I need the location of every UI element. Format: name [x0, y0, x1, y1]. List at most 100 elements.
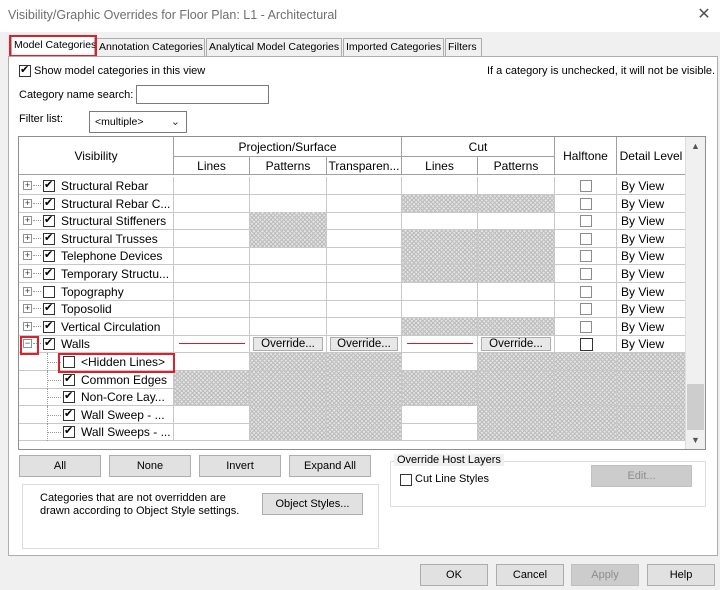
cell-halftone[interactable] — [555, 335, 617, 354]
cell-halftone[interactable] — [555, 247, 617, 266]
expand-icon[interactable]: + — [23, 216, 32, 226]
cell-cut-lines[interactable] — [402, 370, 478, 389]
category-visibility-checkbox[interactable] — [63, 424, 75, 439]
category-visibility-checkbox[interactable] — [43, 213, 55, 228]
cell-halftone[interactable] — [555, 300, 617, 319]
tab-annotation-categories[interactable]: Annotation Categories — [96, 38, 205, 56]
ok-button[interactable]: OK — [420, 564, 488, 586]
cell-patterns[interactable] — [250, 212, 327, 231]
cell-patterns[interactable] — [250, 247, 327, 266]
cell-transparency[interactable] — [327, 229, 402, 248]
cell-transparency[interactable] — [327, 405, 402, 424]
cell-cut-patterns[interactable] — [478, 177, 555, 195]
override-button[interactable]: Override... — [253, 337, 323, 352]
cell-cut-lines[interactable] — [402, 423, 478, 442]
cell-detail[interactable] — [617, 353, 686, 371]
cell-cut-patterns[interactable] — [478, 423, 555, 442]
halftone-checkbox[interactable] — [580, 180, 592, 192]
cell-detail[interactable] — [617, 423, 686, 442]
cell-halftone[interactable] — [555, 423, 617, 442]
scroll-down-icon[interactable]: ▼ — [691, 435, 700, 445]
help-button[interactable]: Help — [647, 564, 715, 586]
cell-lines[interactable] — [174, 317, 250, 336]
cell-transparency[interactable] — [327, 265, 402, 283]
cell-patterns[interactable] — [250, 353, 327, 371]
category-visibility-checkbox[interactable] — [43, 178, 55, 192]
table-row[interactable]: + Temporary Structu... By View — [19, 265, 686, 283]
cell-cut-patterns[interactable] — [478, 353, 555, 371]
category-visibility-checkbox[interactable] — [43, 248, 55, 263]
cell-cut-lines[interactable] — [402, 353, 478, 371]
cell-patterns[interactable] — [250, 177, 327, 195]
table-row[interactable]: Wall Sweeps - ... — [19, 423, 686, 442]
cut-line-styles-checkbox[interactable] — [400, 474, 412, 486]
expand-icon[interactable]: + — [23, 286, 32, 296]
table-row[interactable]: <Hidden Lines> — [19, 353, 686, 371]
cell-transparency[interactable] — [327, 177, 402, 195]
cell-patterns[interactable] — [250, 388, 327, 407]
category-visibility-checkbox[interactable] — [63, 407, 75, 421]
filter-list-select[interactable]: <multiple> ⌄ — [89, 111, 187, 133]
cell-halftone[interactable] — [555, 265, 617, 283]
category-visibility-checkbox[interactable] — [63, 372, 75, 386]
cell-halftone[interactable] — [555, 282, 617, 301]
table-row[interactable]: + Topography By View — [19, 282, 686, 301]
cell-transparency[interactable] — [327, 370, 402, 389]
close-icon[interactable]: ✕ — [693, 4, 715, 26]
override-button[interactable]: Override... — [330, 337, 398, 352]
category-visibility-checkbox[interactable] — [43, 336, 55, 351]
cell-halftone[interactable] — [555, 317, 617, 336]
cell-transparency[interactable] — [327, 247, 402, 266]
halftone-checkbox[interactable] — [580, 215, 592, 228]
cell-halftone[interactable] — [555, 212, 617, 231]
collapse-icon[interactable]: − — [23, 339, 32, 349]
cell-cut-patterns[interactable] — [478, 247, 555, 266]
invert-button[interactable]: Invert — [199, 455, 281, 477]
cell-cut-patterns[interactable] — [478, 229, 555, 248]
cell-transparency[interactable] — [327, 212, 402, 231]
cell-cut-patterns[interactable] — [478, 265, 555, 283]
category-visibility-checkbox[interactable] — [43, 266, 55, 280]
cell-lines[interactable] — [174, 388, 250, 407]
cell-cut-lines[interactable] — [402, 405, 478, 424]
header-projection-lines[interactable]: Lines — [174, 157, 250, 175]
cell-patterns[interactable] — [250, 194, 327, 213]
table-row[interactable]: + Telephone Devices By View — [19, 247, 686, 266]
category-visibility-checkbox[interactable] — [43, 285, 55, 298]
show-model-categories-checkbox[interactable] — [19, 63, 31, 77]
expand-icon[interactable]: + — [23, 198, 32, 208]
cell-detail[interactable]: By View — [617, 177, 686, 195]
cell-cut-patterns[interactable] — [478, 405, 555, 424]
cell-cut-lines[interactable] — [402, 317, 478, 336]
header-visibility[interactable]: Visibility — [19, 137, 174, 175]
cell-cut-lines[interactable] — [402, 265, 478, 283]
table-scrollbar[interactable]: ▲ ▼ — [685, 137, 705, 449]
override-button[interactable]: Override... — [481, 337, 551, 352]
expand-icon[interactable]: + — [23, 304, 32, 314]
tab-filters[interactable]: Filters — [445, 38, 482, 56]
header-detail-level[interactable]: Detail Level — [617, 137, 686, 175]
cell-halftone[interactable] — [555, 405, 617, 424]
scroll-up-icon[interactable]: ▲ — [691, 141, 700, 151]
apply-button[interactable]: Apply — [571, 564, 639, 586]
cell-detail[interactable]: By View — [617, 194, 686, 213]
cell-halftone[interactable] — [555, 388, 617, 407]
cell-patterns[interactable] — [250, 370, 327, 389]
cell-halftone[interactable] — [555, 353, 617, 371]
category-visibility-checkbox[interactable] — [43, 231, 55, 245]
cell-transparency[interactable] — [327, 300, 402, 319]
cell-patterns[interactable] — [250, 265, 327, 283]
cell-cut-patterns[interactable] — [478, 212, 555, 231]
halftone-checkbox[interactable] — [580, 285, 592, 298]
cell-cut-lines[interactable] — [402, 282, 478, 301]
cell-detail[interactable] — [617, 370, 686, 389]
cell-transparency[interactable] — [327, 317, 402, 336]
cell-cut-lines[interactable] — [402, 212, 478, 231]
cell-detail[interactable]: By View — [617, 300, 686, 319]
table-row[interactable]: + Vertical Circulation By View — [19, 317, 686, 336]
table-row[interactable]: + Structural Rebar C... By View — [19, 194, 686, 213]
halftone-checkbox[interactable] — [580, 232, 592, 245]
cell-lines[interactable] — [174, 335, 250, 354]
category-visibility-checkbox[interactable] — [43, 196, 55, 210]
cell-transparency[interactable] — [327, 353, 402, 371]
